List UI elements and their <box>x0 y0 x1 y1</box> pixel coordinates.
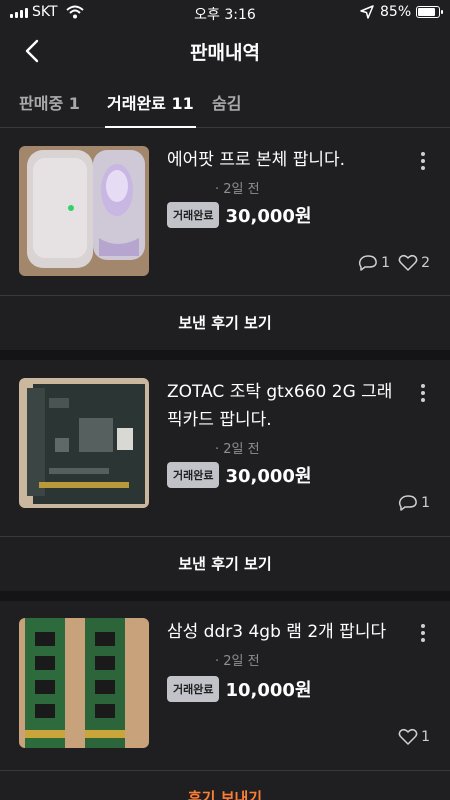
item-title: 에어팟 프로 본체 팝니다. <box>167 150 346 170</box>
status-row: 거래완료 30,000원 <box>167 202 312 228</box>
product-thumbnail <box>19 618 149 748</box>
item-meta: · 2일 전 <box>167 178 260 197</box>
item-counts: 1 <box>398 494 430 512</box>
item-counts: 1 <box>398 728 430 746</box>
item-meta: · 2일 전 <box>167 650 260 669</box>
item-meta: · 2일 전 <box>167 438 260 457</box>
like-count: 1 <box>421 729 430 745</box>
status-bar: SKT 오후 3:16 85% <box>0 0 450 26</box>
heart-icon <box>398 728 418 745</box>
tab-bar: 판매중 1 거래완료 11 숨김 <box>0 80 450 128</box>
location-arrow-icon <box>360 5 374 19</box>
chat-count: 1 <box>421 495 430 511</box>
item-title: 삼성 ddr3 4gb 램 2개 팝니다 <box>167 622 387 642</box>
chat-count: 1 <box>381 255 391 271</box>
item-time: · 2일 전 <box>215 442 260 457</box>
status-badge: 거래완료 <box>167 676 220 702</box>
nav-bar: 판매내역 <box>0 26 450 76</box>
like-count: 2 <box>421 255 430 271</box>
tab-completed[interactable]: 거래완료 11 <box>105 90 196 128</box>
more-options-icon[interactable] <box>420 624 426 642</box>
more-options-icon[interactable] <box>420 384 426 402</box>
item-counts: 1 2 <box>358 254 430 272</box>
status-badge: 거래완료 <box>167 462 220 488</box>
item-title: ZOTAC 조탁 gtx660 2G 그래픽카드 팝니다. <box>167 382 393 430</box>
item-price: 30,000원 <box>225 466 312 487</box>
status-row: 거래완료 30,000원 <box>167 462 312 488</box>
item-price: 30,000원 <box>225 206 312 227</box>
status-badge: 거래완료 <box>167 202 220 228</box>
battery-icon <box>416 6 443 18</box>
tab-hidden[interactable]: 숨김 <box>212 90 241 128</box>
chat-icon <box>359 255 378 271</box>
product-thumbnail <box>19 378 149 508</box>
chat-icon <box>399 495 417 511</box>
more-options-icon[interactable] <box>420 152 426 170</box>
section-separator <box>0 350 450 360</box>
page-title: 판매내역 <box>190 42 260 64</box>
view-sent-review-button[interactable]: 보낸 후기 보기 <box>0 537 450 591</box>
send-review-button[interactable]: 후기 보내기 <box>0 771 450 800</box>
heart-icon <box>398 254 418 271</box>
product-thumbnail <box>19 146 149 276</box>
item-time: · 2일 전 <box>215 654 260 669</box>
item-time: · 2일 전 <box>215 182 260 197</box>
section-separator <box>0 591 450 601</box>
view-sent-review-button[interactable]: 보낸 후기 보기 <box>0 296 450 350</box>
battery-percent: 85% <box>380 4 412 20</box>
item-price: 10,000원 <box>225 680 312 701</box>
status-row: 거래완료 10,000원 <box>167 676 312 702</box>
tab-selling[interactable]: 판매중 1 <box>19 90 80 128</box>
